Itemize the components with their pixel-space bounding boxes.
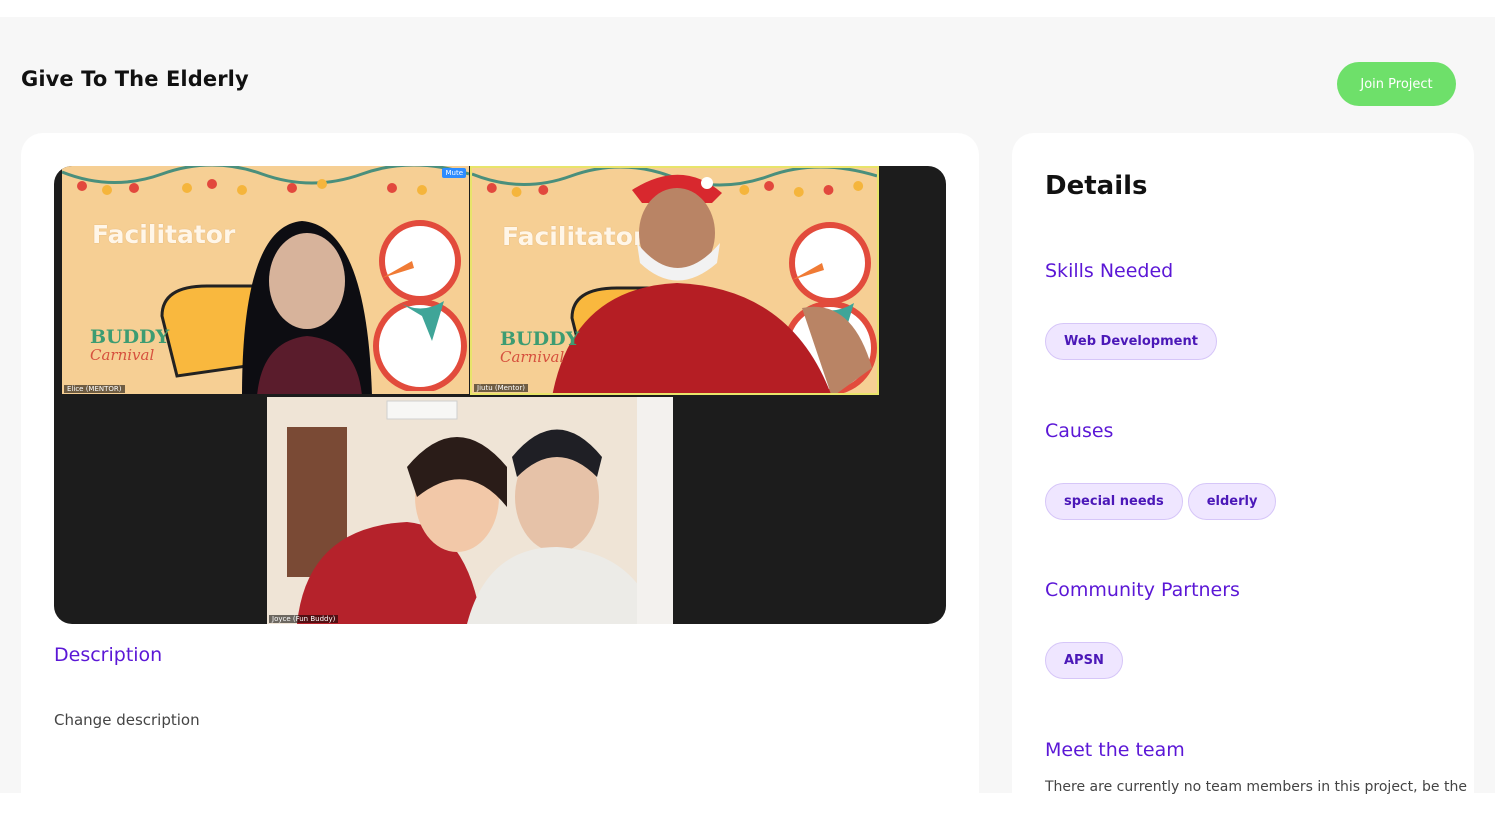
description-heading: Description — [54, 644, 163, 666]
brand-logo-text: BUDDY — [500, 328, 580, 350]
join-project-button[interactable]: Join Project — [1337, 62, 1456, 106]
team-heading: Meet the team — [1045, 739, 1185, 761]
project-image: Facilitator BUDDY Carnival Mute Elice (M… — [54, 166, 946, 624]
video-tile: Joyce (Fun Buddy) — [267, 397, 673, 624]
partners-heading: Community Partners — [1045, 579, 1240, 601]
description-text: Change description — [54, 711, 200, 729]
participant-name-tag: Joyce (Fun Buddy) — [269, 615, 339, 623]
participant-figure — [552, 174, 872, 393]
skill-chip: Web Development — [1045, 323, 1217, 360]
video-tile: Facilitator BUDDY Carnival Mute Elice (M… — [62, 166, 469, 394]
skills-heading: Skills Needed — [1045, 260, 1174, 282]
participant-name-tag: Elice (MENTOR) — [64, 385, 125, 393]
skills-chip-list: Web Development — [1045, 323, 1217, 360]
details-card: Details Skills Needed Web Development Ca… — [1012, 133, 1474, 833]
page: Give To The Elderly Join Project Facilit… — [0, 17, 1495, 833]
project-main-card: Facilitator BUDDY Carnival Mute Elice (M… — [21, 133, 979, 833]
video-tile: Facilitator BUDDY Carnival Jiutu (Mentor… — [470, 166, 879, 395]
brand-logo-text: BUDDY — [90, 326, 170, 348]
project-title: Give To The Elderly — [21, 67, 249, 91]
participant-figure — [242, 221, 372, 394]
mute-button[interactable]: Mute — [442, 168, 466, 178]
causes-chip-list: special needs elderly — [1045, 483, 1277, 520]
brand-logo-subtext: Carnival — [90, 346, 155, 364]
room-scene — [267, 397, 673, 624]
top-bar — [0, 0, 1495, 17]
brand-logo-subtext: Carnival — [500, 348, 565, 366]
cause-chip: elderly — [1187, 483, 1277, 520]
participant-name-tag: Jiutu (Mentor) — [474, 384, 529, 392]
cause-chip: special needs — [1045, 483, 1183, 520]
causes-heading: Causes — [1045, 420, 1114, 442]
partner-chip: APSN — [1045, 642, 1123, 679]
partners-chip-list: APSN — [1045, 642, 1123, 679]
details-title: Details — [1045, 171, 1148, 201]
